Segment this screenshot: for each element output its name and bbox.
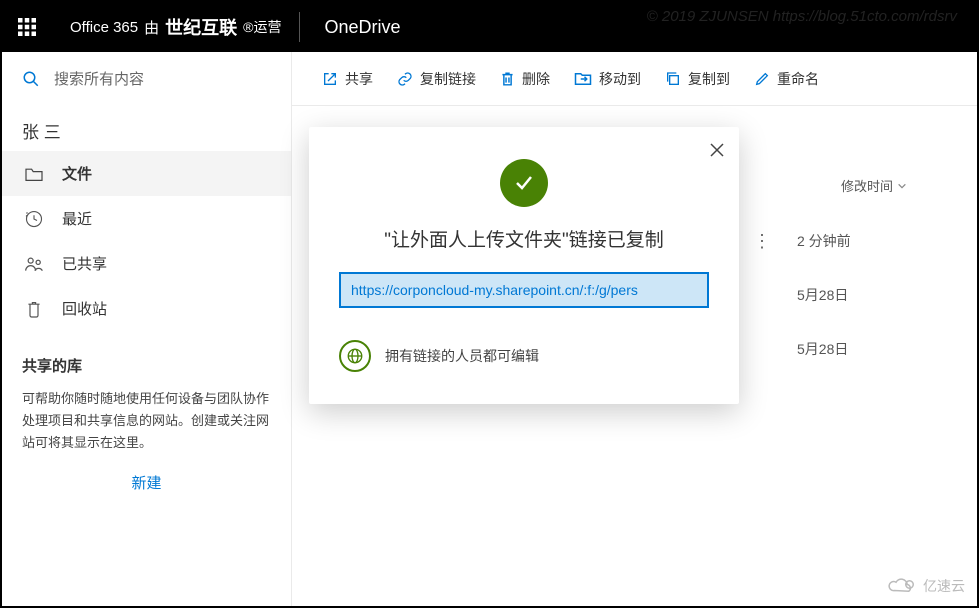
brand-op: ®运营 bbox=[243, 17, 281, 37]
copyright-watermark: © 2019 ZJUNSEN https://blog.51cto.com/rd… bbox=[647, 8, 957, 25]
column-modified-label: 修改时间 bbox=[841, 176, 893, 195]
nav-shared-label: 已共享 bbox=[62, 253, 107, 274]
close-button[interactable] bbox=[709, 141, 725, 164]
new-site-link[interactable]: 新建 bbox=[2, 458, 291, 507]
nav-files[interactable]: 文件 bbox=[2, 151, 291, 196]
trash-icon bbox=[24, 300, 44, 318]
copy-link-label: 复制链接 bbox=[420, 69, 476, 89]
rename-button[interactable]: 重命名 bbox=[744, 63, 829, 95]
share-label: 共享 bbox=[345, 69, 373, 89]
nav-recent[interactable]: 最近 bbox=[2, 196, 291, 241]
delete-button[interactable]: 删除 bbox=[490, 63, 560, 95]
nav-recycle[interactable]: 回收站 bbox=[2, 286, 291, 331]
sidebar: 张 三 文件 最近 已共享 回收站 共享的库 可帮助你随时随地使用任何设备与团队… bbox=[2, 52, 292, 606]
shared-libs-title: 共享的库 bbox=[2, 331, 291, 384]
nav-recycle-label: 回收站 bbox=[62, 298, 107, 319]
copy-link-button[interactable]: 复制链接 bbox=[387, 63, 486, 95]
app-name: OneDrive bbox=[300, 17, 424, 38]
app-launcher-button[interactable] bbox=[2, 2, 52, 52]
watermark-text: 亿速云 bbox=[923, 576, 965, 596]
user-name: 张 三 bbox=[2, 106, 291, 151]
move-to-label: 移动到 bbox=[599, 69, 641, 89]
shared-libs-desc: 可帮助你随时随地使用任何设备与团队协作处理项目和共享信息的网站。创建或关注网站可… bbox=[2, 384, 291, 458]
search-icon bbox=[22, 70, 40, 88]
delete-label: 删除 bbox=[522, 69, 550, 89]
command-toolbar: 共享 复制链接 删除 移动到 复制到 重命名 bbox=[292, 52, 977, 106]
file-date: 2 分钟前 bbox=[797, 231, 917, 251]
copy-to-button[interactable]: 复制到 bbox=[655, 63, 740, 95]
page-watermark: 亿速云 bbox=[887, 576, 965, 596]
share-button[interactable]: 共享 bbox=[312, 63, 383, 95]
chevron-down-icon bbox=[897, 181, 907, 191]
file-date: 5月28日 bbox=[797, 339, 917, 359]
close-icon bbox=[709, 142, 725, 158]
file-date: 5月28日 bbox=[797, 285, 917, 305]
clock-icon bbox=[24, 210, 44, 228]
nav-files-label: 文件 bbox=[62, 163, 92, 184]
brand-cn: 世纪互联 bbox=[165, 14, 237, 40]
more-actions-button[interactable]: ⋮ bbox=[747, 231, 777, 252]
rename-label: 重命名 bbox=[777, 69, 819, 89]
search-row[interactable] bbox=[2, 52, 291, 106]
move-to-button[interactable]: 移动到 bbox=[564, 63, 651, 95]
brand-prefix: Office 365 bbox=[70, 19, 138, 36]
search-input[interactable] bbox=[54, 71, 271, 88]
copied-link-field[interactable]: https://corponcloud-my.sharepoint.cn/:f:… bbox=[339, 272, 709, 308]
copy-to-label: 复制到 bbox=[688, 69, 730, 89]
nav-shared[interactable]: 已共享 bbox=[2, 241, 291, 286]
link-copied-dialog: "让外面人上传文件夹"链接已复制 https://corponcloud-my.… bbox=[309, 127, 739, 404]
people-icon bbox=[24, 255, 44, 273]
permission-text: 拥有链接的人员都可编辑 bbox=[385, 346, 539, 366]
cloud-icon bbox=[887, 577, 917, 595]
column-modified[interactable]: 修改时间 bbox=[841, 176, 907, 195]
permission-row[interactable]: 拥有链接的人员都可编辑 bbox=[309, 334, 739, 378]
nav-recent-label: 最近 bbox=[62, 208, 92, 229]
brand-area: Office 365 由世纪互联 ®运营 bbox=[52, 14, 299, 40]
dialog-title: "让外面人上传文件夹"链接已复制 bbox=[309, 225, 739, 272]
folder-icon bbox=[24, 166, 44, 182]
globe-icon bbox=[339, 340, 371, 372]
brand-by: 由 bbox=[144, 17, 159, 38]
success-check-icon bbox=[500, 159, 548, 207]
